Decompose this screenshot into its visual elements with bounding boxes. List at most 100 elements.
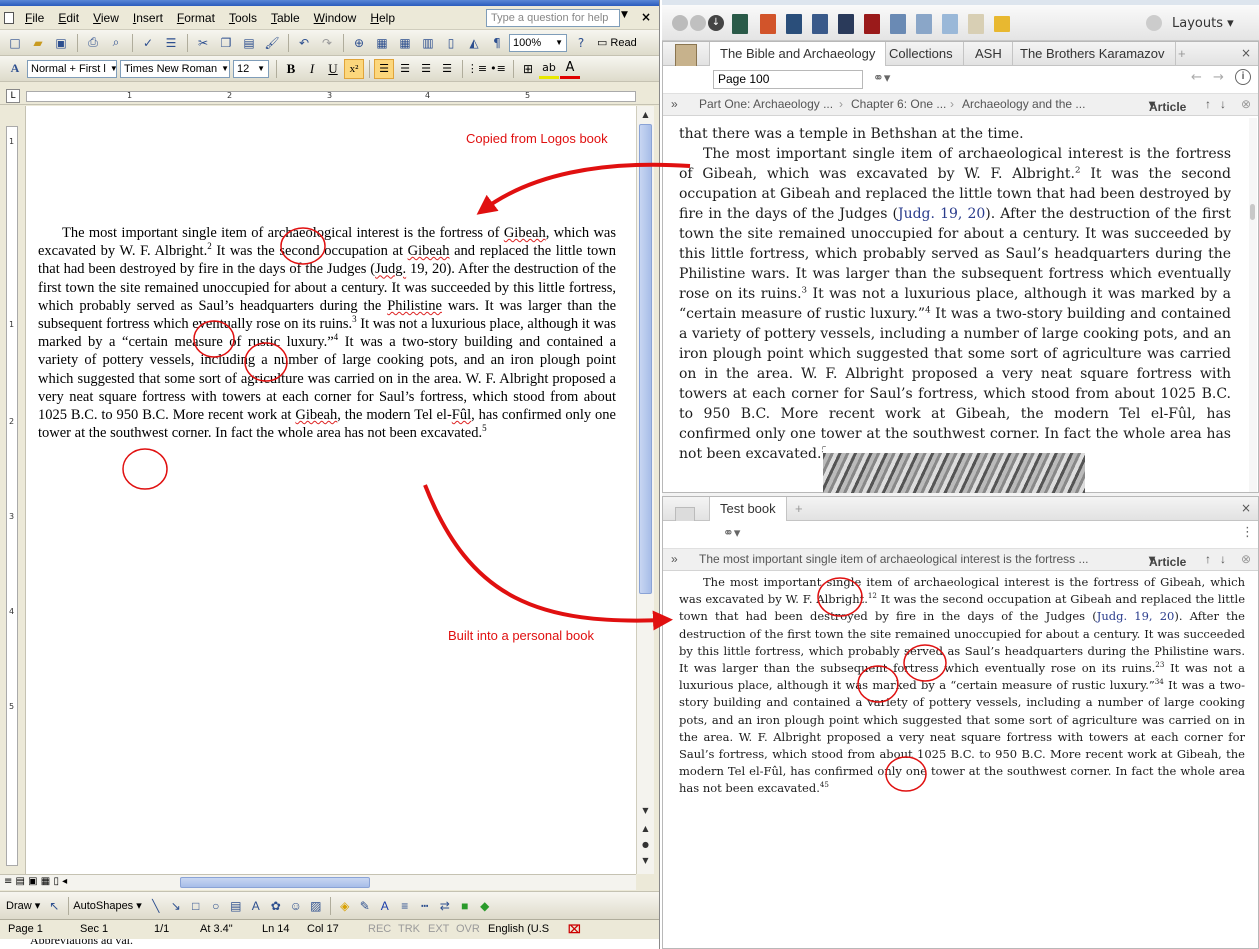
line-color-icon[interactable]: ✎ xyxy=(355,897,375,915)
clipart-icon[interactable]: ☺ xyxy=(286,897,306,915)
save-icon[interactable]: ▣ xyxy=(50,33,72,53)
close-breadcrumb-icon[interactable]: ⊗ xyxy=(1241,97,1251,111)
align-left-button[interactable]: ☰ xyxy=(374,58,394,79)
spelling-status-icon[interactable]: ⌧ xyxy=(568,923,581,936)
cut-icon[interactable]: ✂ xyxy=(192,33,214,53)
document-paragraph[interactable]: The most important single item of archae… xyxy=(38,224,616,442)
top-scrollbar[interactable] xyxy=(1249,118,1257,492)
columns-icon[interactable]: ▯ xyxy=(440,33,462,53)
status-trk[interactable]: TRK xyxy=(398,923,420,935)
history-back-icon[interactable]: ← xyxy=(1191,70,1202,85)
menu-insert[interactable]: Insert xyxy=(126,11,170,25)
print-preview-icon[interactable]: ⌕ xyxy=(105,33,127,53)
breadcrumb-chapter[interactable]: Chapter 6: One ... xyxy=(851,97,946,111)
breadcrumb-part[interactable]: Part One: Archaeology ... xyxy=(699,97,833,111)
article-mode-button[interactable]: Article ▾ xyxy=(1149,552,1186,569)
visual-filter-icon[interactable]: ⚭▾ xyxy=(873,71,890,86)
download-icon[interactable]: ↓ xyxy=(708,15,724,31)
3d-icon[interactable]: ◆ xyxy=(475,897,495,915)
menu-view[interactable]: View xyxy=(86,11,126,25)
breadcrumb-expand-icon[interactable]: » xyxy=(671,552,678,566)
bottom-book-content[interactable]: The most important single item of archae… xyxy=(679,574,1245,798)
status-ext[interactable]: EXT xyxy=(428,923,449,935)
arrow-style-icon[interactable]: ⇄ xyxy=(435,897,455,915)
justify-button[interactable]: ☰ xyxy=(437,59,457,79)
book-shortcut-icon[interactable] xyxy=(760,14,776,34)
back-icon[interactable] xyxy=(690,15,706,31)
browse-object-icon[interactable]: ● xyxy=(639,838,652,852)
book-shortcut-icon[interactable] xyxy=(916,14,932,34)
vertical-ruler[interactable]: 1 1 2 3 4 5 xyxy=(0,106,26,874)
help-icon[interactable]: ? xyxy=(570,33,592,53)
menu-file[interactable]: File xyxy=(18,11,51,25)
superscript-button[interactable]: x² xyxy=(344,58,364,79)
font-select[interactable]: Times New Roman ▼ xyxy=(120,59,230,78)
format-painter-icon[interactable]: 🖌 xyxy=(261,33,283,53)
refresh-icon[interactable] xyxy=(1146,15,1162,31)
breadcrumb-section[interactable]: Archaeology and the ... xyxy=(962,97,1085,111)
menu-window[interactable]: Window xyxy=(307,11,364,25)
new-document-icon[interactable]: □ xyxy=(4,33,26,53)
horizontal-scroll-thumb[interactable] xyxy=(180,877,370,888)
add-tab-button[interactable]: + xyxy=(1168,42,1196,66)
textbox-icon[interactable]: ▤ xyxy=(226,897,246,915)
scripture-link[interactable]: Judg. 19, 20 xyxy=(898,206,985,222)
wordart-icon[interactable]: A xyxy=(246,897,266,915)
zoom-select[interactable]: 100% ▼ xyxy=(509,33,567,52)
fill-color-icon[interactable]: ◈ xyxy=(335,897,355,915)
diagram-icon[interactable]: ✿ xyxy=(266,897,286,915)
dash-style-icon[interactable]: ┅ xyxy=(415,897,435,915)
align-right-button[interactable]: ☰ xyxy=(416,59,436,79)
line-style-icon[interactable]: ≡ xyxy=(395,897,415,915)
highlight-icon[interactable]: ab xyxy=(539,59,559,79)
scroll-down-icon[interactable]: ▼ xyxy=(639,804,652,818)
info-icon[interactable]: i xyxy=(1235,69,1251,85)
autoshapes-menu-button[interactable]: AutoShapes ▾ xyxy=(73,899,142,913)
undo-icon[interactable]: ↶ xyxy=(293,33,315,53)
hyperlink-icon[interactable]: ⊕ xyxy=(348,33,370,53)
add-tab-button[interactable]: + xyxy=(785,497,813,521)
page-reference-input[interactable]: Page 100 xyxy=(713,70,863,89)
top-scroll-thumb[interactable] xyxy=(1250,204,1255,220)
document-page[interactable]: The most important single item of archae… xyxy=(26,106,636,874)
research-icon[interactable]: ☰ xyxy=(160,33,182,53)
book-shortcut-icon[interactable] xyxy=(786,14,802,34)
book-shortcut-icon[interactable] xyxy=(942,14,958,34)
shadow-icon[interactable]: ■ xyxy=(455,897,475,915)
menu-tools[interactable]: Tools xyxy=(222,11,264,25)
close-breadcrumb-icon[interactable]: ⊗ xyxy=(1241,552,1251,566)
numbering-icon[interactable]: ⋮≡ xyxy=(467,59,487,79)
close-panel-icon[interactable]: × xyxy=(1241,501,1251,515)
horizontal-ruler[interactable]: L 1 2 3 4 5 xyxy=(0,87,659,105)
picture-icon[interactable]: ▨ xyxy=(306,897,326,915)
arrow-icon[interactable]: ↘ xyxy=(166,897,186,915)
book-shortcut-icon[interactable] xyxy=(890,14,906,34)
drawing-icon[interactable]: ◭ xyxy=(463,33,485,53)
menu-format[interactable]: Format xyxy=(170,11,222,25)
view-buttons-icon[interactable]: ≡ ▤ ▣ ▦ ▯ ◂ xyxy=(4,876,67,887)
align-center-button[interactable]: ☰ xyxy=(395,59,415,79)
breadcrumb-expand-icon[interactable]: » xyxy=(671,97,678,111)
read-button[interactable]: ▭ Read xyxy=(593,36,641,50)
redo-icon[interactable]: ↷ xyxy=(316,33,338,53)
drawing-font-color-icon[interactable]: A xyxy=(375,897,395,915)
top-book-content[interactable]: that there was a temple in Bethshan at t… xyxy=(679,118,1231,464)
underline-button[interactable]: U xyxy=(323,59,343,79)
status-ovr[interactable]: OVR xyxy=(456,923,480,935)
print-icon[interactable]: ⎙ xyxy=(82,33,104,53)
prev-page-icon[interactable]: ▲ xyxy=(639,822,652,836)
book-shortcut-icon[interactable] xyxy=(864,14,880,34)
bullets-icon[interactable]: •≡ xyxy=(488,59,508,79)
prev-article-icon[interactable]: ↑ xyxy=(1205,552,1211,566)
tab-test-book[interactable]: Test book xyxy=(709,497,787,522)
bold-button[interactable]: B xyxy=(281,59,301,79)
menu-edit[interactable]: Edit xyxy=(51,11,86,25)
book-shortcut-icon[interactable] xyxy=(968,14,984,34)
help-dropdown-icon[interactable]: ▼ xyxy=(621,10,628,20)
help-search-input[interactable]: Type a question for help xyxy=(486,9,620,27)
scripture-link[interactable]: Judg. 19, 20 xyxy=(1097,609,1175,623)
select-pointer-icon[interactable]: ↖ xyxy=(44,897,64,915)
oval-icon[interactable]: ○ xyxy=(206,897,226,915)
close-panel-icon[interactable]: × xyxy=(1241,46,1251,60)
menu-table[interactable]: Table xyxy=(264,11,307,25)
